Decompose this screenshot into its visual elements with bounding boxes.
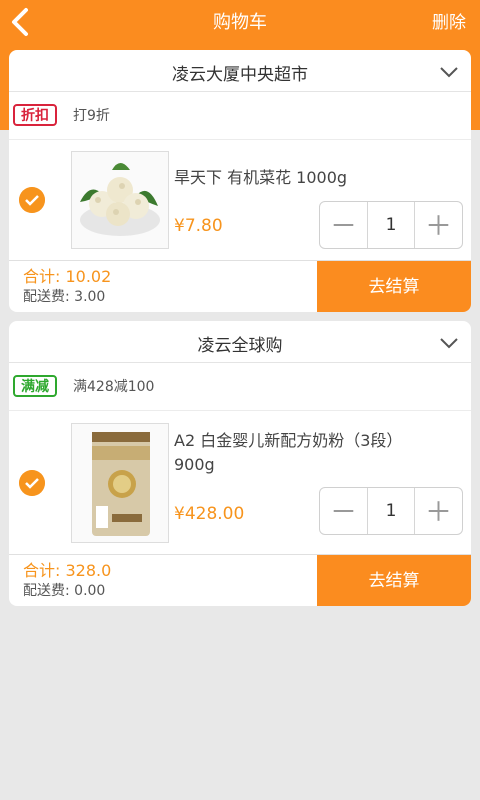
store-card: 凌云全球购 满减 满428减100 A2 白金婴儿新配方奶粉（3段） 900g … [9, 321, 471, 606]
shipping-fee: 配送费: 3.00 [23, 289, 106, 305]
store-name: 凌云全球购 [197, 336, 283, 356]
minus-icon[interactable] [320, 202, 368, 248]
cart-item: A2 白金婴儿新配方奶粉（3段） 900g ¥428.00 1 [9, 411, 471, 553]
quantity-stepper: 1 [319, 487, 463, 535]
checkbox-checked-icon[interactable] [19, 470, 45, 496]
checkout-button[interactable]: 去结算 [317, 261, 471, 312]
delete-button[interactable]: 删除 [432, 8, 466, 33]
store-name: 凌云大厦中央超市 [172, 65, 308, 85]
store-footer: 合计: 328.0 配送费: 0.00 去结算 [9, 554, 471, 606]
promotion-text: 满428减100 [73, 379, 155, 395]
page-title: 购物车 [213, 12, 267, 33]
store-footer: 合计: 10.02 配送费: 3.00 去结算 [9, 260, 471, 312]
chevron-down-icon[interactable] [439, 62, 459, 82]
product-name: 旱天下 有机菜花 1000g [174, 168, 348, 187]
nav-bar: 购物车 删除 [0, 0, 480, 46]
store-card: 凌云大厦中央超市 折扣 打9折 旱天下 有机菜花 1000g ¥7.80 1 合… [9, 50, 471, 312]
store-header[interactable]: 凌云大厦中央超市 [9, 50, 471, 92]
checkbox-checked-icon[interactable] [19, 187, 45, 213]
minus-icon[interactable] [320, 488, 368, 534]
checkout-button[interactable]: 去结算 [317, 555, 471, 606]
promotion-row: 折扣 打9折 [9, 92, 471, 140]
product-name: A2 白金婴儿新配方奶粉（3段） 900g [174, 429, 402, 477]
cauliflower-image [80, 163, 160, 236]
chevron-down-icon[interactable] [439, 333, 459, 353]
product-price: ¥7.80 [174, 216, 223, 236]
promotion-text: 打9折 [73, 108, 110, 124]
subtotal: 合计: 10.02 [23, 267, 112, 286]
quantity-value[interactable]: 1 [368, 202, 414, 248]
milk-powder-can-image [92, 432, 150, 536]
quantity-stepper: 1 [319, 201, 463, 249]
cart-item: 旱天下 有机菜花 1000g ¥7.80 1 [9, 140, 471, 260]
product-name-line: A2 白金婴儿新配方奶粉（3段） [174, 431, 403, 450]
promotion-row: 满减 满428减100 [9, 363, 471, 411]
full-reduction-tag: 满减 [13, 375, 57, 397]
product-price: ¥428.00 [174, 504, 245, 524]
subtotal: 合计: 328.0 [23, 561, 112, 580]
plus-icon[interactable] [414, 202, 462, 248]
product-image[interactable] [71, 151, 169, 249]
discount-tag: 折扣 [13, 104, 57, 126]
plus-icon[interactable] [414, 488, 462, 534]
quantity-value[interactable]: 1 [368, 488, 414, 534]
shipping-fee: 配送费: 0.00 [23, 583, 106, 599]
product-name-line: 900g [174, 455, 215, 474]
product-image[interactable] [71, 423, 169, 543]
store-header[interactable]: 凌云全球购 [9, 321, 471, 363]
